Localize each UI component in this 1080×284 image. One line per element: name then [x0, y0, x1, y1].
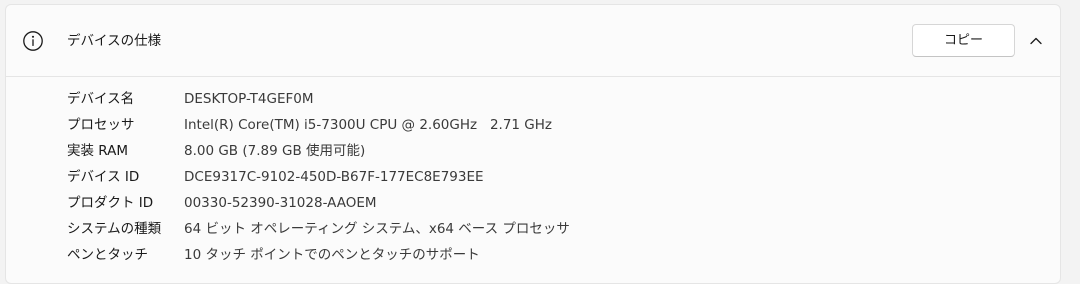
spec-label: システムの種類 [67, 221, 162, 237]
spec-value: 10 タッチ ポイントでのペンとタッチのサポート [184, 247, 480, 263]
spec-row-ram: 実装 RAM 8.00 GB (7.89 GB 使用可能) [6, 138, 1060, 164]
spec-value: 00330-52390-31028-AAOEM [184, 195, 377, 211]
spec-label: ペンとタッチ [67, 247, 148, 263]
info-icon [23, 31, 43, 51]
spec-label: プロセッサ [67, 117, 135, 133]
spec-row-device-id: デバイス ID DCE9317C-9102-450D-B67F-177EC8E7… [6, 164, 1060, 190]
device-specs-header[interactable]: デバイスの仕様 コピー [6, 5, 1060, 77]
spec-value: DESKTOP-T4GEF0M [184, 91, 314, 107]
chevron-up-icon[interactable] [1028, 33, 1044, 49]
spec-value: 8.00 GB (7.89 GB 使用可能) [184, 143, 366, 159]
copy-button[interactable]: コピー [912, 24, 1015, 57]
device-specs-card: デバイスの仕様 コピー デバイス名 DESKTOP-T4GEF0M プロセッサ … [5, 4, 1061, 284]
spec-row-product-id: プロダクト ID 00330-52390-31028-AAOEM [6, 190, 1060, 216]
spec-value: 64 ビット オペレーティング システム、x64 ベース プロセッサ [184, 221, 570, 237]
spec-label: デバイス ID [67, 169, 140, 185]
spec-row-system-type: システムの種類 64 ビット オペレーティング システム、x64 ベース プロセ… [6, 216, 1060, 242]
spec-label: 実装 RAM [67, 143, 129, 159]
section-title: デバイスの仕様 [67, 33, 162, 49]
spec-value: DCE9317C-9102-450D-B67F-177EC8E793EE [184, 169, 484, 185]
spec-row-processor: プロセッサ Intel(R) Core(TM) i5-7300U CPU @ 2… [6, 112, 1060, 138]
spec-value: Intel(R) Core(TM) i5-7300U CPU @ 2.60GHz… [184, 117, 553, 133]
spec-row-device-name: デバイス名 DESKTOP-T4GEF0M [6, 86, 1060, 112]
spec-row-pen-touch: ペンとタッチ 10 タッチ ポイントでのペンとタッチのサポート [6, 242, 1060, 268]
spec-label: デバイス名 [67, 91, 135, 107]
spec-label: プロダクト ID [67, 195, 154, 211]
